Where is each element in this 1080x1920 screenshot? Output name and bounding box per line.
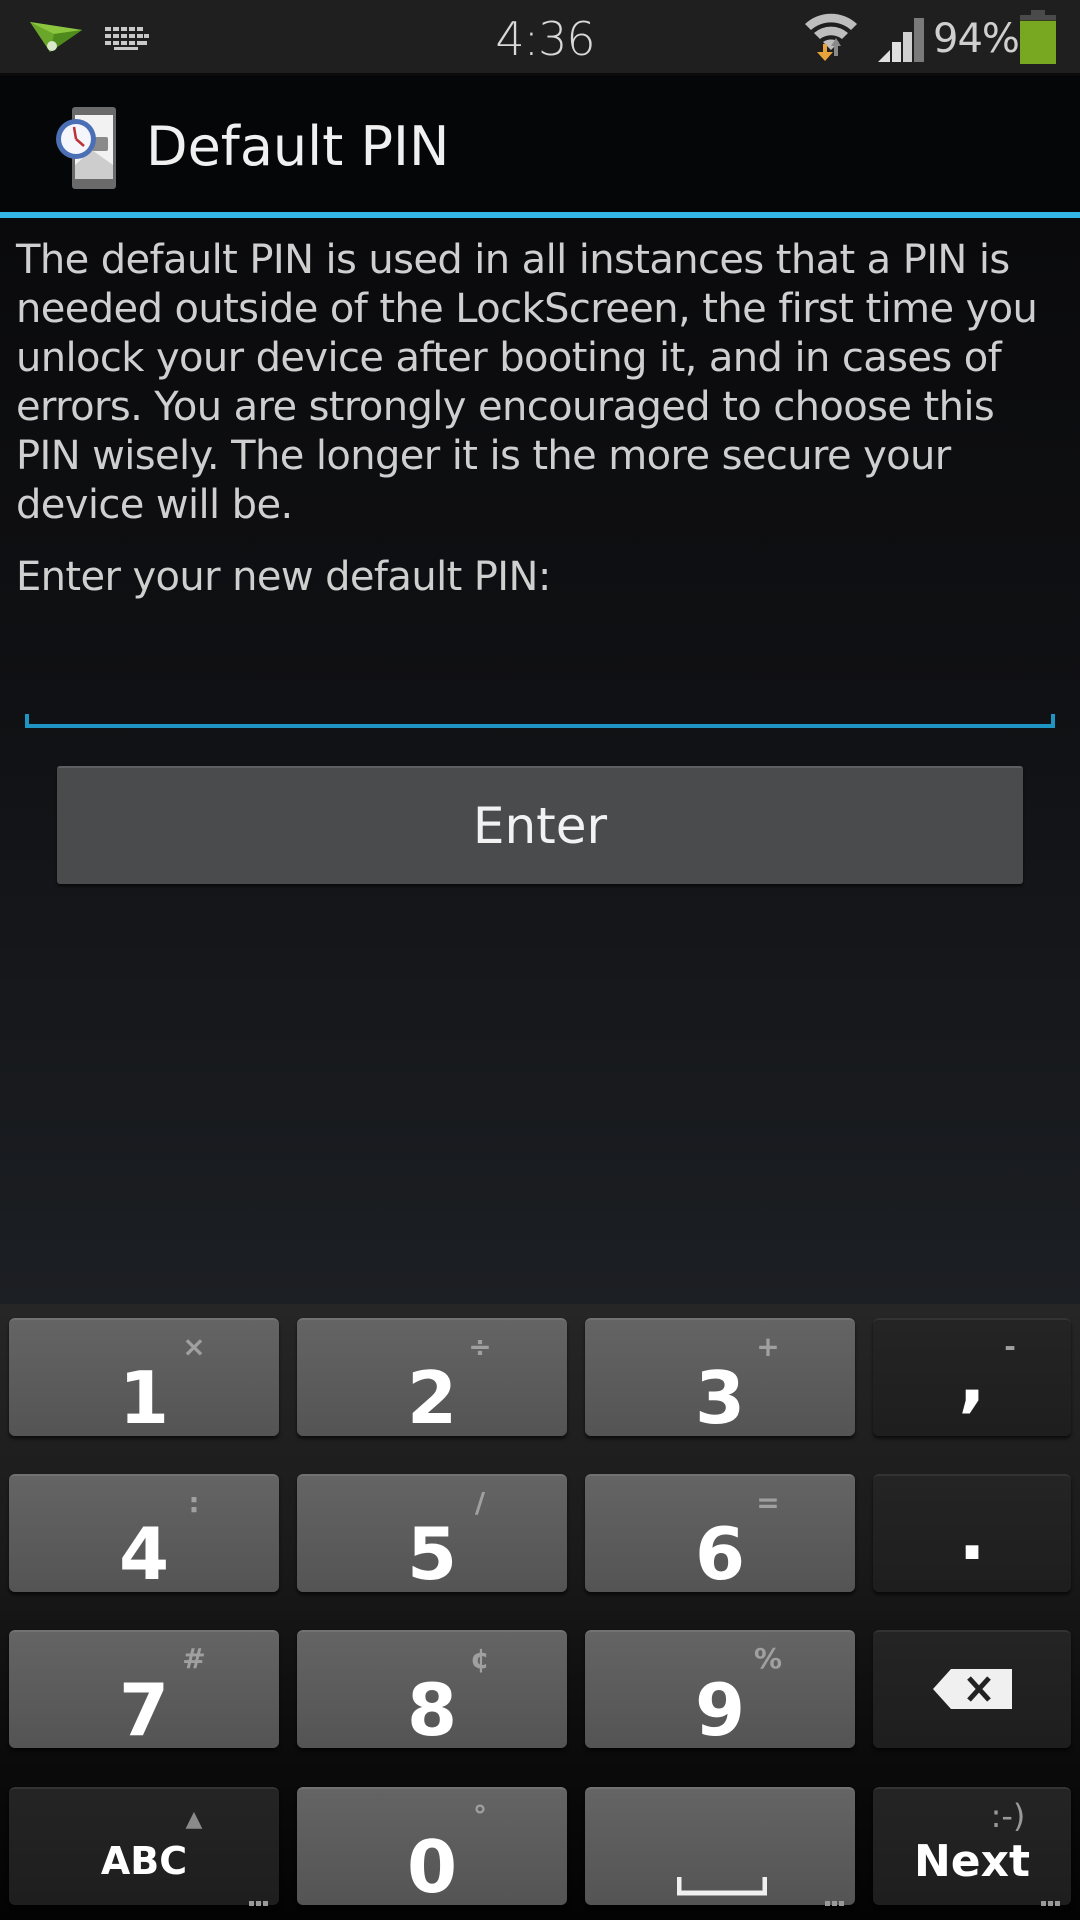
key-9[interactable]: 9%: [585, 1630, 855, 1752]
key-backspace[interactable]: [873, 1630, 1071, 1748]
key-label: 2: [406, 1356, 458, 1440]
pin-prompt-label: Enter your new default PIN:: [16, 554, 551, 600]
key-abc[interactable]: ABC ▲: [9, 1787, 279, 1906]
key-secondary-label: #: [182, 1642, 206, 1675]
key-label: 5: [406, 1512, 458, 1596]
wifi-icon: [805, 13, 857, 61]
pin-input[interactable]: [25, 640, 1055, 728]
key-secondary-label: ¢: [470, 1642, 490, 1675]
backspace-icon: [933, 1669, 1012, 1709]
key-6[interactable]: 6 =: [585, 1474, 855, 1596]
key-secondary-label: /: [474, 1486, 486, 1519]
key-secondary-label: :-): [990, 1797, 1026, 1835]
key-label: 9: [694, 1668, 746, 1752]
key-secondary-label: %: [753, 1642, 783, 1675]
key-7[interactable]: 7 #: [9, 1630, 279, 1752]
key-label: 3: [694, 1356, 746, 1440]
battery-percentage: 94%: [933, 16, 1020, 62]
pin-input-edge-left: [25, 714, 29, 728]
key-secondary-label: :: [188, 1486, 200, 1519]
key-secondary-label: =: [756, 1486, 780, 1519]
key-label: 4: [118, 1512, 170, 1596]
key-label: 7: [118, 1668, 170, 1752]
key-period[interactable]: .: [873, 1474, 1071, 1592]
key-label: ,: [958, 1336, 986, 1420]
key-space[interactable]: [585, 1787, 855, 1906]
key-1[interactable]: 1 ×: [9, 1318, 279, 1440]
more-options-icon: [1041, 1893, 1063, 1906]
key-secondary-label: ÷: [468, 1330, 492, 1363]
page-title: Default PIN: [146, 115, 450, 178]
key-label: 8: [406, 1668, 458, 1752]
signal-icon: [878, 18, 924, 62]
key-next[interactable]: Next:-): [873, 1787, 1071, 1906]
space-icon: [677, 1877, 767, 1896]
key-label: Next: [913, 1836, 1031, 1887]
more-options-icon: [249, 1893, 271, 1906]
app-icon: [56, 107, 116, 189]
key-label: .: [958, 1492, 986, 1576]
key-label: ABC: [100, 1839, 188, 1883]
key-3[interactable]: 3 +: [585, 1318, 855, 1440]
key-8[interactable]: 8 ¢: [297, 1630, 567, 1752]
key-label: 0: [406, 1825, 458, 1909]
pin-description: The default PIN is used in all instances…: [16, 237, 1038, 528]
key-secondary-label: -: [1004, 1330, 1016, 1363]
key-4[interactable]: 4:: [9, 1474, 279, 1596]
pin-input-edge-right: [1051, 714, 1055, 728]
key-2[interactable]: 2 ÷: [297, 1318, 567, 1440]
key-label: 1: [118, 1356, 170, 1440]
keyboard-icon: [105, 27, 149, 50]
key-secondary-label: °: [473, 1799, 487, 1832]
key-0[interactable]: 0 °: [297, 1787, 567, 1909]
key-label: 6: [694, 1512, 746, 1596]
clock: 4:36: [495, 12, 595, 66]
airdroid-icon: [30, 22, 82, 52]
enter-button[interactable]: Enter: [57, 766, 1023, 884]
more-options-icon: [825, 1893, 847, 1906]
pin-input-underline: [25, 724, 1055, 728]
key-secondary-label: ×: [182, 1330, 206, 1363]
key-secondary-label: +: [756, 1330, 780, 1363]
battery-fill: [1020, 20, 1056, 64]
key-secondary-label: ▲: [185, 1807, 203, 1832]
battery-icon: [1020, 10, 1056, 64]
key-comma[interactable]: ,-: [873, 1318, 1071, 1436]
key-5[interactable]: 5/: [297, 1474, 567, 1596]
